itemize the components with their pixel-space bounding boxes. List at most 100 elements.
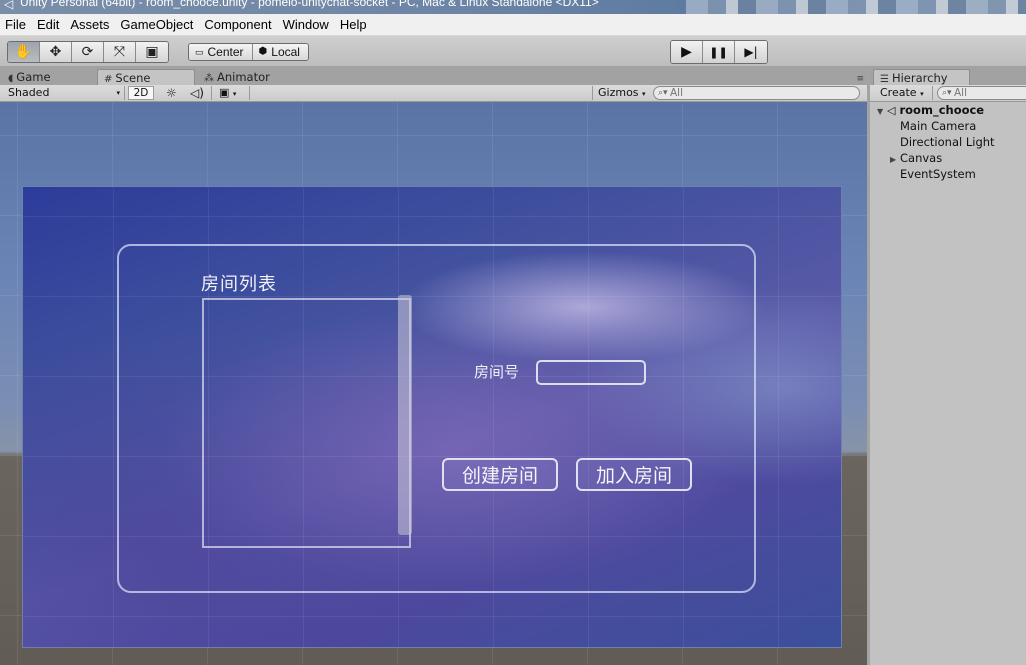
room-list-scrollbar[interactable] (398, 295, 412, 535)
hierarchy-search-input[interactable]: ⌕▾ All (937, 86, 1026, 100)
lighting-toggle-icon[interactable]: ☼ (166, 85, 177, 101)
tab-hierarchy[interactable]: ☰ Hierarchy (873, 69, 970, 85)
gizmos-label: Gizmos (598, 86, 639, 99)
menu-component[interactable]: Component (203, 17, 278, 32)
play-icon: ▶ (681, 44, 692, 60)
room-list-title: 房间列表 (201, 274, 277, 295)
pivot-mode-label: Center (207, 45, 244, 59)
tab-animator[interactable]: ⁂ Animator (198, 69, 298, 85)
main-toolbar: ✋ ✥ ⟳ ⤧ ▣ ▭ Center ⬢ Local ▶ ❚❚ ▶| (0, 36, 1026, 67)
desktop-background-strip (686, 0, 1026, 14)
scene-toolbar: Shaded ▾ 2D ☼ ◁) ▣ ▾ Gizmos ▾ ⌕▾ All (0, 85, 867, 102)
dropdown-arrow-icon: ▾ (920, 90, 924, 98)
hierarchy-item-label: Canvas (900, 151, 943, 165)
menu-help[interactable]: Help (339, 17, 374, 32)
room-list-scroll-view[interactable] (202, 298, 411, 548)
shading-mode-label: Shaded (8, 86, 50, 99)
shading-mode-dropdown[interactable]: Shaded ▾ (8, 85, 120, 101)
hierarchy-item-label: EventSystem (900, 167, 976, 181)
hierarchy-item-eventsystem[interactable]: EventSystem (870, 166, 1026, 182)
rect-tool-button[interactable]: ▣ (136, 42, 168, 62)
pause-icon: ❚❚ (709, 45, 728, 59)
menu-edit[interactable]: Edit (36, 17, 66, 32)
animator-icon: ⁂ (204, 73, 214, 84)
menu-gameobject[interactable]: GameObject (119, 17, 200, 32)
hierarchy-item-directional-light[interactable]: Directional Light (870, 134, 1026, 150)
hierarchy-toolbar: Create ▾ ⌕▾ All (870, 85, 1026, 102)
transform-tools: ✋ ✥ ⟳ ⤧ ▣ (7, 41, 169, 63)
2d-mode-toggle[interactable]: 2D (128, 86, 154, 100)
scene-viewport[interactable]: 房间列表 房间号 创建房间 加入房间 (0, 102, 867, 665)
pivot-controls: ▭ Center ⬢ Local (188, 43, 309, 61)
tab-scene-label: Scene (115, 71, 151, 85)
panel-menu-icon[interactable]: ≡ (856, 74, 864, 84)
effects-dropdown-icon[interactable]: ▣ ▾ (219, 85, 236, 101)
window-title: Unity Personal (64bit) - room_chooce.uni… (20, 0, 599, 9)
scene-panel: ◖ Game # Scene ⁂ Animator ≡ Shaded ▾ 2D ☼ ◁… (0, 67, 867, 665)
toolbar-divider (211, 86, 212, 100)
scene-name: room_chooce (899, 103, 985, 117)
dropdown-arrow-icon: ▾ (642, 90, 646, 98)
hierarchy-tab-bar: ☰ Hierarchy (870, 67, 1026, 85)
gizmos-dropdown[interactable]: Gizmos ▾ (598, 85, 646, 101)
room-number-input[interactable] (536, 360, 646, 385)
scene-search-input[interactable]: ⌕▾ All (653, 86, 860, 100)
unity-scene-icon: ◁ (887, 104, 896, 117)
move-icon: ✥ (49, 44, 62, 60)
hierarchy-panel: ☰ Hierarchy Create ▾ ⌕▾ All ▼ ◁ room_chooc… (867, 67, 1026, 665)
hierarchy-item-label: Main Camera (900, 119, 977, 133)
grid-icon: # (104, 74, 113, 85)
audio-toggle-icon[interactable]: ◁) (190, 85, 204, 101)
game-controller-icon: ◖ (8, 73, 14, 84)
toolbar-divider (592, 86, 593, 100)
tab-hierarchy-label: Hierarchy (891, 71, 948, 85)
hierarchy-item-main-camera[interactable]: Main Camera (870, 118, 1026, 134)
hierarchy-tree: ▼ ◁ room_chooce Main Camera Directional L… (870, 102, 1026, 182)
create-room-button[interactable]: 创建房间 (442, 458, 558, 491)
toolbar-divider (932, 86, 933, 100)
tab-scene[interactable]: # Scene (97, 69, 195, 85)
playback-controls: ▶ ❚❚ ▶| (670, 40, 768, 64)
join-room-button[interactable]: 加入房间 (576, 458, 692, 491)
menu-assets[interactable]: Assets (69, 17, 116, 32)
pivot-rotation-button[interactable]: ⬢ Local (251, 44, 308, 60)
pivot-rotation-label: Local (271, 45, 300, 59)
window-title-bar: ◁ Unity Personal (64bit) - room_chooce.u… (0, 0, 1026, 14)
room-number-label: 房间号 (474, 363, 520, 381)
cube-icon: ⬢ (258, 46, 268, 57)
dropdown-arrow-icon: ▾ (116, 89, 120, 97)
pivot-icon: ▭ (195, 47, 204, 57)
tab-game[interactable]: ◖ Game (2, 69, 94, 85)
menu-bar: File Edit Assets GameObject Component Wi… (0, 14, 1026, 36)
search-icon: ⌕▾ (658, 88, 668, 98)
scene-tab-bar: ◖ Game # Scene ⁂ Animator ≡ (0, 67, 867, 85)
rect-icon: ▣ (145, 44, 159, 60)
tab-game-label: Game (16, 70, 51, 84)
list-icon: ☰ (880, 74, 889, 85)
hierarchy-item-canvas[interactable]: ▶ Canvas (870, 150, 1026, 166)
toolbar-divider (249, 86, 250, 100)
hierarchy-item-label: Directional Light (900, 135, 995, 149)
create-dropdown[interactable]: Create ▾ (873, 85, 924, 102)
scale-icon: ⤧ (113, 44, 126, 60)
game-canvas: 房间列表 房间号 创建房间 加入房间 (22, 186, 842, 648)
scale-tool-button[interactable]: ⤧ (104, 42, 136, 62)
scene-root-item[interactable]: ▼ ◁ room_chooce (870, 102, 1026, 118)
play-button[interactable]: ▶ (671, 41, 703, 63)
tab-animator-label: Animator (217, 70, 270, 84)
hierarchy-search-placeholder: All (954, 87, 968, 99)
step-button[interactable]: ▶| (735, 41, 767, 63)
menu-file[interactable]: File (4, 17, 33, 32)
search-icon: ⌕▾ (942, 88, 952, 98)
hand-icon: ✋ (14, 44, 33, 60)
pause-button[interactable]: ❚❚ (703, 41, 735, 63)
rotate-tool-button[interactable]: ⟳ (72, 42, 104, 62)
pivot-mode-button[interactable]: ▭ Center (189, 44, 252, 60)
hand-tool-button[interactable]: ✋ (8, 42, 40, 62)
toolbar-divider (124, 86, 125, 100)
unity-logo-icon: ◁ (4, 0, 14, 11)
scene-search-placeholder: All (670, 87, 684, 99)
move-tool-button[interactable]: ✥ (40, 42, 72, 62)
menu-window[interactable]: Window (282, 17, 336, 32)
create-label: Create (880, 86, 917, 99)
